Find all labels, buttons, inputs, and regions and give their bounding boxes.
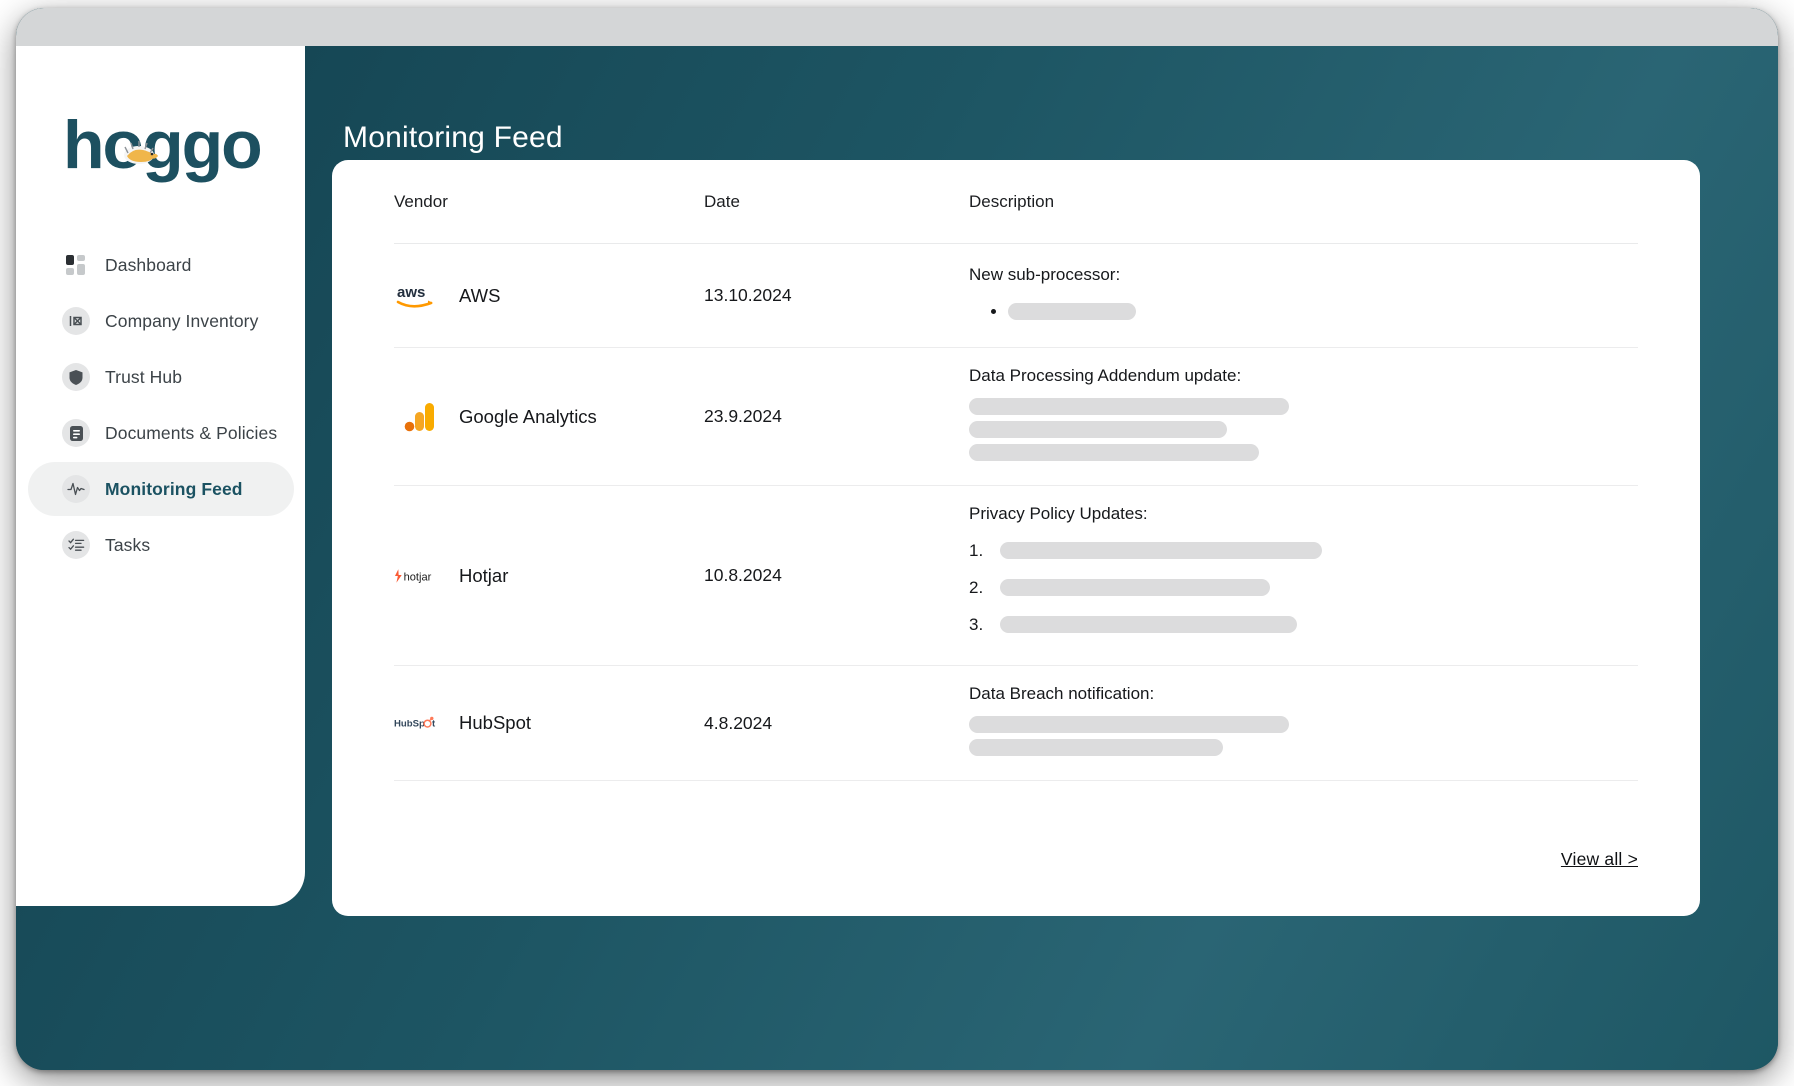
hotjar-logo: hotjar	[394, 559, 446, 593]
description-cell: Data Processing Addendum update:	[969, 366, 1638, 467]
column-header-vendor: Vendor	[394, 191, 448, 211]
vendor-name: Hotjar	[459, 564, 509, 586]
sidebar-item-label: Monitoring Feed	[105, 478, 243, 499]
table-row[interactable]: Google Analytics 23.9.2024 Data Processi…	[394, 348, 1638, 486]
sidebar-item-tasks[interactable]: Tasks	[28, 518, 294, 572]
description-title: Data Breach notification:	[969, 684, 1155, 703]
sidebar-item-label: Company Inventory	[105, 310, 259, 331]
date-cell: 4.8.2024	[704, 712, 773, 733]
view-all-link[interactable]: View all >	[1561, 849, 1638, 869]
sidebar-item-label: Tasks	[105, 534, 151, 555]
svg-text:hoggo: hoggo	[63, 112, 261, 183]
redacted-bar	[1000, 542, 1322, 559]
redacted-bar	[969, 739, 1223, 756]
column-header-description: Description	[969, 191, 1055, 211]
numbered-list-item: 2.	[969, 573, 1638, 602]
redacted-bar	[969, 444, 1259, 461]
svg-text:aws: aws	[397, 284, 425, 301]
list-number: 3.	[969, 614, 984, 634]
vendor-name: Google Analytics	[459, 405, 597, 427]
table-row[interactable]: aws AWS 13.10.2024 New sub-processor:	[394, 244, 1638, 348]
sidebar-item-dashboard[interactable]: Dashboard	[28, 238, 294, 292]
numbered-list-item: 1.	[969, 536, 1638, 565]
sidebar-item-label: Dashboard	[105, 254, 192, 275]
vendor-cell: hotjar Hotjar	[394, 559, 704, 593]
main-content: Monitoring Feed Vendor Date Description …	[305, 46, 1778, 1070]
sidebar-item-documents-policies[interactable]: Documents & Policies	[28, 406, 294, 460]
dashboard-grid-icon	[62, 251, 90, 279]
svg-text:hotjar: hotjar	[404, 571, 432, 583]
column-header-date: Date	[704, 191, 740, 211]
vendor-name: AWS	[459, 284, 501, 306]
aws-logo: aws	[394, 279, 446, 313]
vendor-cell: Google Analytics	[394, 400, 704, 434]
page-title: Monitoring Feed	[343, 121, 563, 154]
monitoring-feed-card: Vendor Date Description aws AWS 13.10.20…	[332, 160, 1700, 916]
description-cell: Privacy Policy Updates: 1. 2. 3.	[969, 504, 1638, 647]
sidebar-item-trust-hub[interactable]: Trust Hub	[28, 350, 294, 404]
hubspot-logo: HubSp t	[394, 706, 446, 740]
table-header-row: Vendor Date Description	[394, 160, 1638, 244]
description-title: New sub-processor:	[969, 265, 1121, 284]
sidebar-item-monitoring-feed[interactable]: Monitoring Feed	[28, 462, 294, 516]
redacted-bar	[1000, 616, 1297, 633]
bullet-list-item	[991, 297, 1638, 326]
vendor-cell: aws AWS	[394, 279, 704, 313]
hoggo-logo[interactable]: hoggo	[63, 107, 263, 186]
monitoring-feed-table: Vendor Date Description aws AWS 13.10.20…	[332, 160, 1700, 781]
description-cell: Data Breach notification:	[969, 684, 1638, 762]
svg-text:HubSp: HubSp	[394, 719, 425, 730]
view-all-container: View all >	[1561, 849, 1638, 870]
date-cell: 10.8.2024	[704, 565, 782, 585]
list-number: 1.	[969, 540, 984, 560]
redacted-bar	[1008, 303, 1136, 320]
vendor-cell: HubSp t HubSpot	[394, 706, 704, 740]
description-cell: New sub-processor:	[969, 265, 1638, 326]
sidebar-item-label: Documents & Policies	[105, 422, 278, 443]
date-cell: 13.10.2024	[704, 285, 792, 305]
window-titlebar	[16, 8, 1778, 46]
vendor-name: HubSpot	[459, 712, 531, 733]
redacted-bar	[1000, 579, 1270, 596]
svg-text:t: t	[432, 719, 436, 730]
google-analytics-logo	[394, 400, 446, 434]
redacted-bar	[969, 421, 1227, 438]
date-cell: 23.9.2024	[704, 406, 782, 426]
redacted-bar	[969, 716, 1289, 733]
table-row[interactable]: HubSp t HubSpot 4.8.2024 Data Breach not…	[394, 666, 1638, 781]
table-row[interactable]: hotjar Hotjar 10.8.2024 Privacy Policy U…	[394, 486, 1638, 666]
app-window: hoggo Dashboard Company Inventory Trust …	[16, 8, 1778, 1070]
checklist-icon	[62, 531, 90, 559]
description-title: Data Processing Addendum update:	[969, 366, 1242, 385]
document-icon	[62, 419, 90, 447]
list-number: 2.	[969, 577, 984, 597]
sidebar-nav: Dashboard Company Inventory Trust Hub Do…	[28, 238, 294, 574]
sidebar-item-company-inventory[interactable]: Company Inventory	[28, 294, 294, 348]
description-title: Privacy Policy Updates:	[969, 504, 1148, 523]
redacted-bar	[969, 398, 1289, 415]
bullet-dot-icon	[991, 309, 996, 314]
sidebar: hoggo Dashboard Company Inventory Trust …	[16, 46, 305, 906]
pulse-activity-icon	[62, 475, 90, 503]
inventory-box-icon	[62, 307, 90, 335]
numbered-list-item: 3.	[969, 610, 1638, 639]
sidebar-item-label: Trust Hub	[105, 366, 183, 387]
shield-icon	[62, 363, 90, 391]
